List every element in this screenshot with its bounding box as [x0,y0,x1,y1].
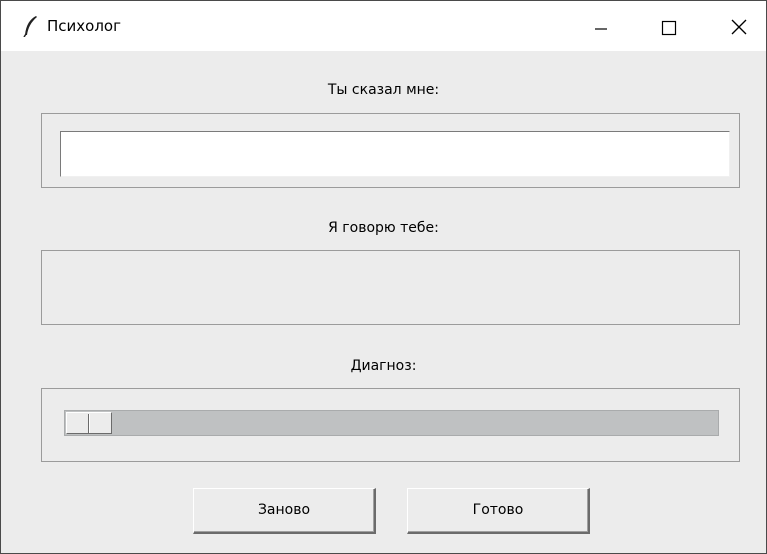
done-button[interactable]: Готово [407,488,590,534]
message-input[interactable] [60,131,730,177]
minimize-icon [595,28,607,30]
close-button[interactable] [709,1,765,51]
i-tell-you-label: Я говорю тебе: [328,220,439,236]
title-bar[interactable]: Психолог [1,1,766,51]
input-frame [41,113,740,188]
handle-grip [88,414,90,433]
diagnosis-scale-handle[interactable] [66,412,112,434]
diagnosis-label: Диагноз: [350,358,417,374]
app-window: Психолог Ты сказал мне: Я говорю тебе: Д… [0,0,767,554]
reply-frame [41,250,740,325]
diagnosis-frame [41,388,740,462]
feather-icon [23,15,39,38]
close-icon [731,19,747,35]
you-said-label: Ты сказал мне: [327,82,440,98]
restart-button[interactable]: Заново [193,488,376,534]
diagnosis-scale-trough[interactable] [64,410,719,436]
maximize-icon [661,20,677,36]
window-title: Психолог [47,17,121,35]
maximize-button[interactable] [641,1,697,51]
minimize-button[interactable] [573,1,629,51]
